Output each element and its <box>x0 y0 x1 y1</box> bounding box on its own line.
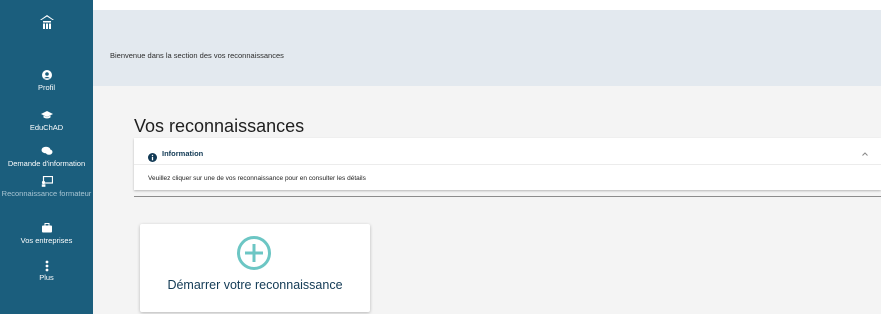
home-logo-icon[interactable] <box>0 14 93 35</box>
divider <box>134 164 881 165</box>
plus-circle-icon <box>236 235 272 276</box>
start-reconnaissance-card[interactable]: Démarrer votre reconnaissance <box>140 224 370 312</box>
information-heading: Information <box>162 149 204 158</box>
header-band <box>93 10 881 86</box>
information-text: Veuillez cliquer sur une de vos reconnai… <box>148 175 366 182</box>
info-icon <box>148 149 157 162</box>
sidebar-item-label: Vos entreprises <box>20 236 73 245</box>
page-title: Vos reconnaissances <box>134 116 305 136</box>
sidebar-item-label: Reconnaissance formateur <box>1 189 92 198</box>
chevron-up-icon[interactable] <box>859 147 871 159</box>
information-panel[interactable]: Information Veuillez cliquer sur une de … <box>134 138 881 190</box>
sidebar-item-label: Plus <box>39 273 54 282</box>
sidebar-item-profil[interactable]: Profil <box>0 70 93 93</box>
briefcase-icon <box>0 223 93 235</box>
teacher-board-icon <box>0 175 93 188</box>
welcome-text: Bienvenue dans la section des vos reconn… <box>110 51 284 60</box>
sidebar: Profil EduChAD Demande d'information Rec… <box>0 0 93 314</box>
more-vertical-icon <box>0 260 93 272</box>
divider <box>134 196 881 197</box>
sidebar-item-label: Demande d'information <box>7 159 86 168</box>
sidebar-item-label: Profil <box>37 83 56 92</box>
start-reconnaissance-label: Démarrer votre reconnaissance <box>167 278 343 292</box>
sidebar-item-educhad[interactable]: EduChAD <box>0 110 93 133</box>
sidebar-item-vos-entreprises[interactable]: Vos entreprises <box>0 223 93 246</box>
sidebar-item-reconnaissance-formateur[interactable]: Reconnaissance formateur <box>0 175 93 199</box>
user-icon <box>0 70 93 82</box>
chat-icon <box>0 146 93 158</box>
graduation-cap-icon <box>0 110 93 122</box>
sidebar-item-plus[interactable]: Plus <box>0 260 93 283</box>
sidebar-item-demande-information[interactable]: Demande d'information <box>0 146 93 169</box>
sidebar-item-label: EduChAD <box>29 123 64 132</box>
